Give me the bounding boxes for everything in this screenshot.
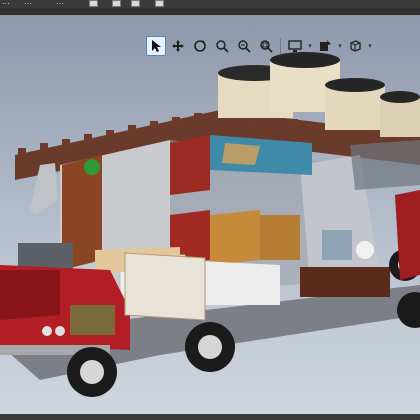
chevron-down-icon[interactable]: ▾ bbox=[337, 42, 343, 50]
wood-shelf bbox=[210, 210, 260, 265]
chevron-down-icon[interactable]: ▾ bbox=[367, 42, 373, 50]
toolbar-separator bbox=[280, 38, 281, 54]
zoom-extents-icon[interactable] bbox=[256, 36, 276, 56]
zoom-icon[interactable] bbox=[234, 36, 254, 56]
headlight-left bbox=[42, 326, 52, 336]
pan-icon[interactable] bbox=[168, 36, 188, 56]
render-style-icon[interactable] bbox=[315, 36, 335, 56]
menu-item[interactable]: ... bbox=[24, 0, 32, 6]
headlight-right bbox=[55, 326, 65, 336]
menu-item[interactable]: ... bbox=[2, 0, 10, 6]
view-cube-icon[interactable] bbox=[345, 36, 365, 56]
chevron-down-icon[interactable]: ▾ bbox=[307, 42, 313, 50]
orbit-icon[interactable] bbox=[190, 36, 210, 56]
display-mode-icon[interactable] bbox=[285, 36, 305, 56]
storage-box bbox=[322, 230, 352, 260]
wall-clock bbox=[84, 159, 100, 175]
camper-nose bbox=[124, 252, 206, 321]
table-right bbox=[300, 267, 390, 297]
wood-desk bbox=[260, 215, 300, 260]
redo-icon[interactable] bbox=[131, 0, 140, 7]
menu-bar: ... ... ... bbox=[0, 0, 420, 8]
scene-render bbox=[0, 52, 420, 397]
save-icon[interactable] bbox=[89, 0, 98, 7]
select-arrow-icon[interactable] bbox=[146, 36, 166, 56]
undo-icon[interactable] bbox=[112, 0, 121, 7]
upper-cabinet bbox=[170, 135, 210, 195]
cad-application-window: ... ... ... ▾ ▾ ▾ bbox=[0, 0, 420, 420]
kettle bbox=[356, 241, 374, 259]
3d-viewport[interactable]: ▾ ▾ ▾ bbox=[0, 15, 420, 420]
print-icon[interactable] bbox=[155, 0, 164, 7]
viewport-toolbar: ▾ ▾ ▾ bbox=[146, 35, 373, 57]
menu-item[interactable]: ... bbox=[56, 0, 64, 6]
status-bar bbox=[0, 414, 420, 420]
zoom-window-icon[interactable] bbox=[212, 36, 232, 56]
radiator-grille bbox=[70, 305, 115, 335]
